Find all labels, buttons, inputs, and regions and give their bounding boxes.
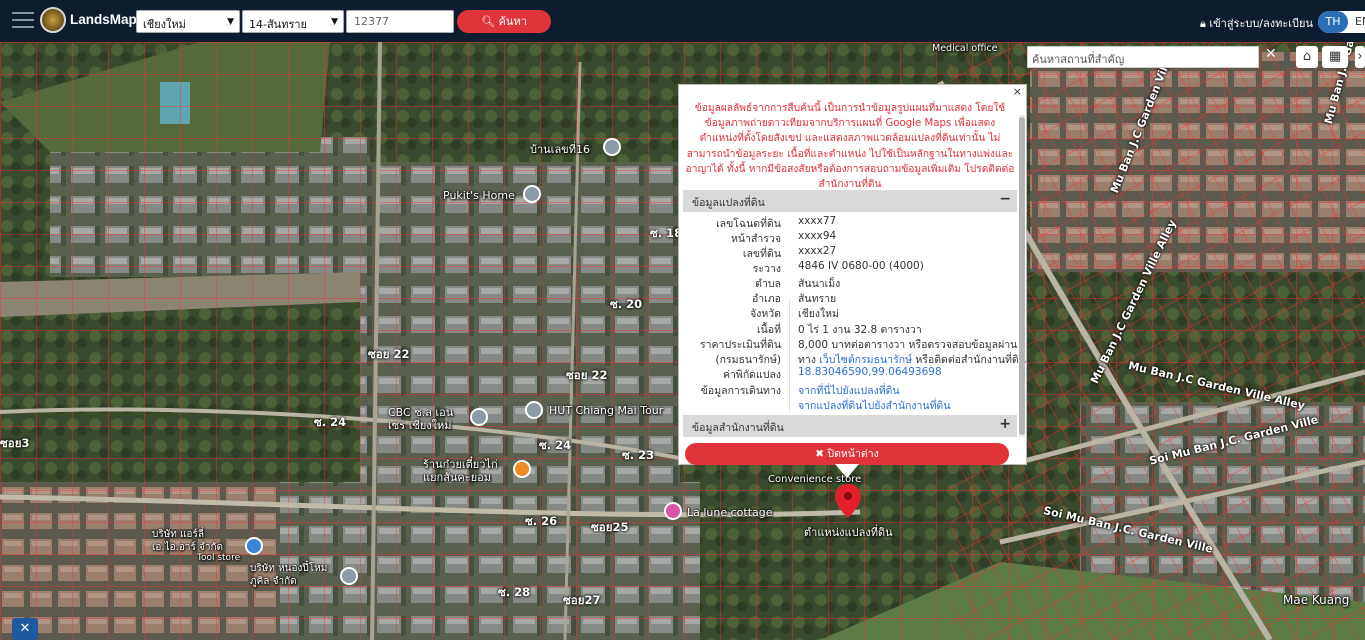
info-row: ข้อมูลการเดินทาง จากที่นี่ไปยังแปลงที่ดิ… (683, 382, 1017, 397)
disclaimer-text: ข้อมูลผลลัพธ์จากการสืบค้นนี้ เป็นการนำข้… (685, 103, 1015, 191)
map-label-tool-store: Tool store (197, 553, 241, 563)
landsmaps-logo (40, 7, 66, 33)
map-label-soi-27: ซอย27 (563, 593, 601, 607)
search-button[interactable]: 🔍︎ ค้นหา (457, 10, 551, 33)
map-label-soi-20: ซ. 20 (610, 297, 643, 311)
info-row: (กรมธนารักษ์) ทาง เว็บไซต์กรมธนารักษ์ หร… (683, 351, 1025, 366)
info-row: เนื้อที่ 0 ไร่ 1 งาน 32.8 ตารางวา (683, 321, 1017, 336)
map-label-pukits-home: Pukit's Home (443, 189, 515, 202)
info-value: เชียงใหม่ (798, 308, 839, 320)
district-value: 14-สันทราย (249, 18, 307, 31)
collapse-icon[interactable]: − (999, 191, 1011, 207)
coordinates-link[interactable]: 18.83046590,99.06493698 (798, 366, 942, 378)
lang-en-button[interactable]: EN (1355, 11, 1365, 33)
parcel-info-popup: × ข้อมูลผลลัพธ์จากการสืบค้นนี้ เป็นการนำ… (678, 84, 1027, 478)
info-row: เลขโฉนดที่ดิน xxxx77 (683, 215, 1017, 230)
province-value: เชียงใหม่ (143, 18, 186, 31)
search-button-label: ค้นหา (498, 15, 527, 28)
district-select[interactable]: 14-สันทราย ▼ (242, 10, 344, 33)
directions-to-office-link[interactable]: จากแปลงที่ดินไปยังสำนักงานที่ดิน (798, 400, 951, 412)
map-label-soi-24b: ซ. 24 (539, 438, 572, 452)
menu-icon[interactable] (12, 12, 34, 30)
map-poi-pin[interactable] (523, 185, 541, 203)
info-row: จากแปลงที่ดินไปยังสำนักงานที่ดิน (683, 397, 1017, 412)
language-toggle[interactable]: TH EN (1318, 11, 1365, 33)
info-row: เลขที่ดิน xxxx27 (683, 245, 1017, 260)
search-icon: 🔍︎ (481, 15, 496, 28)
close-window-button[interactable]: ✖ ปิดหน้าต่าง (685, 443, 1009, 465)
info-row: อำเภอ สันทราย (683, 290, 1017, 305)
chevron-down-icon: ▼ (331, 17, 338, 27)
chevron-down-icon: ▼ (227, 17, 234, 27)
parcel-info-section-header[interactable]: ข้อมูลแปลงที่ดิน − (683, 190, 1017, 212)
map-label-soi-26: ซ. 26 (525, 514, 558, 528)
map-label-soi-22b: ซอย 22 (566, 368, 608, 382)
info-value: xxxx27 (798, 245, 837, 257)
land-office-section-header[interactable]: ข้อมูลสำนักงานที่ดิน + (683, 415, 1017, 437)
info-key: ค่าพิกัดแปลง (722, 369, 781, 381)
grid-layer-icon[interactable]: ▦ (1322, 46, 1348, 68)
map-poi-pin-store[interactable] (245, 537, 263, 555)
info-value: 4846 IV 0680-00 (4000) (798, 260, 924, 272)
map-label-medical-office: Medical office (932, 43, 998, 54)
map-poi-pin[interactable] (525, 401, 543, 419)
map-label-soi-3: ซอย3 (0, 436, 30, 450)
info-value: xxxx94 (798, 230, 837, 242)
map-label-soi-22: ซอย 22 (368, 347, 410, 361)
map-poi-pin-restaurant[interactable] (513, 460, 531, 478)
info-row: ระวาง 4846 IV 0680-00 (4000) (683, 260, 1017, 275)
popup-scrollbar[interactable] (1019, 115, 1025, 437)
map-label-cbc: CBC ซ.ล เอน เซร เชียงใหม่ (388, 406, 454, 432)
map-poi-pin-lodging[interactable] (664, 502, 682, 520)
info-row: ค่าพิกัดแปลง 18.83046590,99.06493698 (683, 366, 1017, 381)
treasury-website-link[interactable]: เว็บไซต์กรมธนารักษ์ (819, 354, 912, 366)
home-icon[interactable]: ⌂ (1296, 46, 1318, 68)
map-label-house-16: บ้านเลขที่16 (530, 143, 590, 156)
info-row: ราคาประเมินที่ดิน 8,000 บาทต่อตารางวา หร… (683, 336, 1017, 351)
value-suffix: หรือติดต่อสำนักงานที่ดิน (912, 354, 1026, 366)
map-label-soi-24: ซ. 24 (314, 415, 347, 429)
map-label-soi-28: ซ. 28 (498, 585, 531, 599)
map-label-soi-23: ซ. 23 (622, 448, 655, 462)
map-label-company-1: บริษัท แอร์ลี่ เอ.ไอ.อาร์ จำกัด (152, 529, 224, 553)
map-poi-pin[interactable] (340, 567, 358, 585)
map-label-company-2: บริษัท หนองปึ๋โหม ภูคิล จำกัด (250, 563, 328, 587)
expand-plus-icon[interactable]: + (999, 416, 1011, 432)
info-value: xxxx77 (798, 215, 837, 227)
brand-name: LandsMaps (70, 12, 145, 27)
section-title: ข้อมูลแปลงที่ดิน (692, 197, 765, 209)
top-navbar: LandsMaps เชียงใหม่ ▼ 14-สันทราย ▼ 12377… (0, 0, 1365, 42)
info-row: หน้าสำรวจ xxxx94 (683, 230, 1017, 245)
expand-icon[interactable]: › (1355, 46, 1365, 68)
measure-tool-icon[interactable]: ✕ (12, 618, 38, 640)
map-label-hut-tour: HUT Chiang Mai Tour (549, 404, 664, 417)
province-select[interactable]: เชียงใหม่ ▼ (136, 10, 240, 33)
clear-search-icon[interactable]: ✕ (1265, 46, 1277, 62)
map-poi-pin[interactable] (470, 408, 488, 426)
place-search-input[interactable]: ค้นหาสถานที่สำคัญ (1027, 46, 1259, 68)
parcel-number-input[interactable]: 12377 (346, 10, 454, 33)
lang-th-button[interactable]: TH (1318, 11, 1348, 33)
info-key: จังหวัด (750, 308, 781, 320)
directions-to-parcel-link[interactable]: จากที่นี่ไปยังแปลงที่ดิน (798, 385, 900, 397)
parcel-location-marker-icon[interactable] (835, 484, 861, 518)
info-row: จังหวัด เชียงใหม่ (683, 305, 1017, 320)
info-row: ตำบล สันนาเม็ง (683, 275, 1017, 290)
map-poi-pin[interactable] (603, 138, 621, 156)
map-label-la-lune: La lune cottage (687, 506, 773, 519)
value-prefix: ทาง (798, 354, 820, 366)
popup-close-icon[interactable]: × (1013, 85, 1022, 98)
login-label: เข้าสู่ระบบ/ลงทะเบียน (1209, 17, 1313, 30)
login-register-link[interactable]: 🔒︎ เข้าสู่ระบบ/ลงทะเบียน (1200, 14, 1313, 32)
lock-icon: 🔒︎ (1200, 17, 1206, 30)
map-label-parcel-location: ตำแหน่งแปลงที่ดิน (804, 526, 893, 539)
map-label-mae-kuang: Mae Kuang (1283, 593, 1350, 607)
section-title: ข้อมูลสำนักงานที่ดิน (692, 422, 784, 434)
map-label-soi-25: ซอย25 (591, 520, 629, 534)
map-label-noodle-shop: ร้านก๋วยเตี๋ยวไก่ แยกสันคะยอม (423, 458, 498, 484)
